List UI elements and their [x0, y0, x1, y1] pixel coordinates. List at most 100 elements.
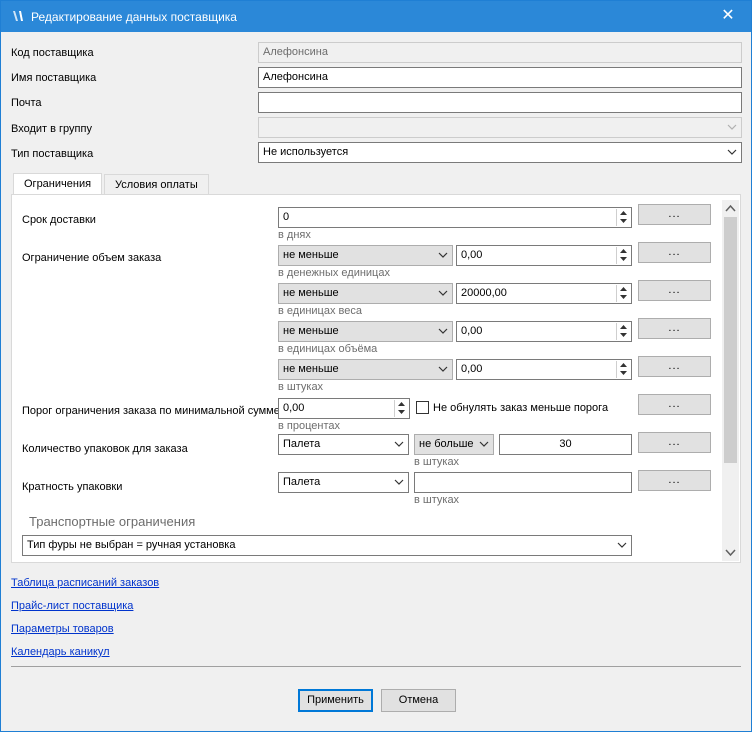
delivery-spinner[interactable] — [616, 209, 630, 226]
volume-pieces-input[interactable]: 0,00 — [456, 359, 632, 380]
spin-down-icon[interactable] — [395, 408, 408, 416]
volume-cubic-op-select[interactable]: не меньше — [278, 321, 453, 342]
volume-weight-op-select[interactable]: не меньше — [278, 283, 453, 304]
order-volume-label: Ограничение объем заказа — [22, 252, 162, 264]
delivery-value: 0 — [283, 211, 290, 223]
chevron-down-icon — [617, 542, 627, 548]
volume-pieces-op-select[interactable]: не меньше — [278, 359, 453, 380]
link-price-list[interactable]: Прайс-лист поставщика — [11, 600, 133, 612]
group-label: Входит в группу — [11, 123, 92, 135]
pack-count-pack-select[interactable]: Палета — [278, 434, 409, 455]
chevron-down-icon — [394, 479, 404, 485]
scroll-down-icon[interactable] — [722, 544, 739, 561]
spin-up-icon[interactable] — [617, 209, 630, 217]
min-sum-input[interactable]: 0,00 — [278, 398, 410, 419]
chevron-down-icon — [727, 124, 737, 130]
scrollbar-thumb[interactable] — [724, 217, 737, 463]
panel-scrollbar[interactable] — [722, 200, 739, 561]
chevron-down-icon — [438, 328, 448, 334]
volume-money-spinner[interactable] — [616, 247, 630, 264]
supplier-type-value: Не используется — [263, 146, 349, 158]
spin-up-icon[interactable] — [617, 361, 630, 369]
volume-weight-input[interactable]: 20000,00 — [456, 283, 632, 304]
close-icon[interactable]: ✕ — [705, 1, 751, 32]
volume-weight-spinner[interactable] — [616, 285, 630, 302]
supplier-code-field: Алефонсина — [258, 42, 742, 63]
pack-multiple-pack-select[interactable]: Палета — [278, 472, 409, 493]
volume-cubic-input[interactable]: 0,00 — [456, 321, 632, 342]
link-product-params[interactable]: Параметры товаров — [11, 623, 114, 635]
spin-up-icon[interactable] — [395, 400, 408, 408]
volume-weight-value: 20000,00 — [461, 287, 507, 299]
keep-small-order-checkbox[interactable] — [416, 401, 429, 414]
spin-down-icon[interactable] — [617, 217, 630, 225]
min-sum-options-button[interactable]: ... — [638, 394, 711, 415]
volume-pieces-op-value: не меньше — [283, 363, 339, 375]
delivery-input[interactable]: 0 — [278, 207, 632, 228]
delivery-hint: в днях — [278, 229, 311, 241]
volume-cubic-hint: в единицах объёма — [278, 343, 378, 355]
volume-pieces-spinner[interactable] — [616, 361, 630, 378]
scroll-up-icon[interactable] — [722, 200, 739, 217]
link-holiday-calendar[interactable]: Календарь каникул — [11, 646, 110, 658]
tab-payment-terms[interactable]: Условия оплаты — [104, 174, 209, 195]
pack-count-op-value: не больше — [419, 438, 474, 450]
spin-up-icon[interactable] — [617, 285, 630, 293]
spin-up-icon[interactable] — [617, 247, 630, 255]
volume-weight-options-button[interactable]: ... — [638, 280, 711, 301]
pack-count-op-select[interactable]: не больше — [414, 434, 494, 455]
volume-cubic-options-button[interactable]: ... — [638, 318, 711, 339]
min-sum-hint: в процентах — [278, 420, 340, 432]
title-bar: Редактирование данных поставщика ✕ — [1, 1, 751, 32]
min-sum-spinner[interactable] — [394, 400, 408, 417]
spin-down-icon[interactable] — [617, 331, 630, 339]
chevron-down-icon — [727, 149, 737, 155]
min-sum-value: 0,00 — [283, 402, 305, 414]
email-label: Почта — [11, 97, 42, 109]
supplier-type-select[interactable]: Не используется — [258, 142, 742, 163]
apply-button[interactable]: Применить — [298, 689, 373, 712]
supplier-name-label: Имя поставщика — [11, 72, 97, 84]
group-select — [258, 117, 742, 138]
chevron-down-icon — [394, 441, 404, 447]
volume-weight-hint: в единицах веса — [278, 305, 362, 317]
volume-cubic-op-value: не меньше — [283, 325, 339, 337]
supplier-edit-dialog: Редактирование данных поставщика ✕ Код п… — [0, 0, 752, 732]
link-order-schedule[interactable]: Таблица расписаний заказов — [11, 577, 159, 589]
volume-money-hint: в денежных единицах — [278, 267, 390, 279]
supplier-type-label: Тип поставщика — [11, 148, 94, 160]
email-field[interactable] — [258, 92, 742, 113]
delivery-options-button[interactable]: ... — [638, 204, 711, 225]
spin-down-icon[interactable] — [617, 369, 630, 377]
keep-small-order-label: Не обнулять заказ меньше порога — [433, 402, 609, 414]
volume-cubic-value: 0,00 — [461, 325, 483, 337]
chevron-down-icon — [438, 252, 448, 258]
volume-pieces-value: 0,00 — [461, 363, 483, 375]
transport-select[interactable]: Тип фуры не выбран = ручная установка — [22, 535, 632, 556]
app-logo-icon — [13, 11, 23, 21]
volume-money-options-button[interactable]: ... — [638, 242, 711, 263]
volume-pieces-options-button[interactable]: ... — [638, 356, 711, 377]
volume-cubic-spinner[interactable] — [616, 323, 630, 340]
volume-money-input[interactable]: 0,00 — [456, 245, 632, 266]
chevron-down-icon — [479, 441, 489, 447]
tab-restrictions[interactable]: Ограничения — [13, 173, 103, 196]
pack-multiple-input[interactable] — [414, 472, 632, 493]
supplier-code-label: Код поставщика — [11, 47, 94, 59]
spin-down-icon[interactable] — [617, 293, 630, 301]
spin-down-icon[interactable] — [617, 255, 630, 263]
volume-money-op-select[interactable]: не меньше — [278, 245, 453, 266]
supplier-name-field[interactable]: Алефонсина — [258, 67, 742, 88]
min-sum-label: Порог ограничения заказа по минимальной … — [22, 405, 280, 417]
pack-count-options-button[interactable]: ... — [638, 432, 711, 453]
pack-multiple-options-button[interactable]: ... — [638, 470, 711, 491]
window-title: Редактирование данных поставщика — [31, 10, 237, 24]
pack-count-label: Количество упаковок для заказа — [22, 443, 188, 455]
pack-multiple-label: Кратность упаковки — [22, 481, 123, 493]
volume-weight-op-value: не меньше — [283, 287, 339, 299]
chevron-down-icon — [438, 290, 448, 296]
cancel-button[interactable]: Отмена — [381, 689, 456, 712]
spin-up-icon[interactable] — [617, 323, 630, 331]
pack-multiple-pack-value: Палета — [283, 476, 321, 488]
pack-count-input[interactable]: 30 — [499, 434, 632, 455]
